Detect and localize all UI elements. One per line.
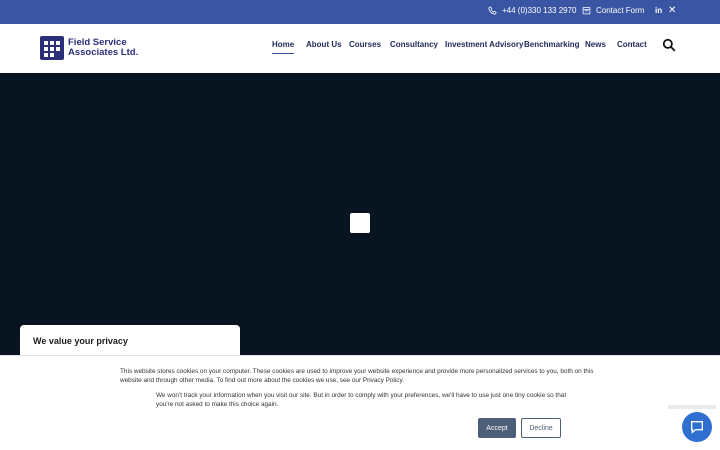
nav-courses[interactable]: Courses bbox=[349, 40, 381, 54]
nav-about[interactable]: About Us bbox=[306, 40, 342, 54]
contact-form-label: Contact Form bbox=[596, 6, 645, 15]
chat-tooltip-placeholder bbox=[668, 405, 716, 409]
phone-icon bbox=[488, 6, 497, 15]
nav-home[interactable]: Home bbox=[272, 40, 295, 54]
top-bar: +44 (0)330 133 2970 Contact Form in ✕ bbox=[0, 0, 720, 24]
linkedin-icon[interactable]: in bbox=[655, 6, 662, 15]
contact-form-link[interactable]: Contact Form bbox=[582, 6, 644, 15]
calendar-form-icon bbox=[582, 7, 591, 15]
chat-launcher[interactable] bbox=[682, 412, 712, 442]
logo-line-2: Associates Ltd. bbox=[68, 47, 139, 58]
x-twitter-icon[interactable]: ✕ bbox=[668, 5, 676, 16]
accept-button[interactable]: Accept bbox=[478, 418, 516, 438]
site-logo[interactable]: Field Service Associates Ltd. bbox=[40, 36, 138, 60]
nav-contact[interactable]: Contact bbox=[617, 40, 647, 54]
cookie-text-secondary: We won't track your information when you… bbox=[156, 392, 567, 408]
nav-benchmarking[interactable]: Benchmarking bbox=[524, 40, 580, 54]
logo-text: Field Service Associates Ltd. bbox=[68, 38, 138, 58]
privacy-title: We value your privacy bbox=[33, 336, 128, 346]
loading-indicator bbox=[350, 213, 370, 233]
cookie-text-primary: This website stores cookies on your comp… bbox=[120, 368, 594, 384]
privacy-card: We value your privacy bbox=[20, 325, 240, 357]
chat-icon bbox=[691, 421, 703, 434]
cookie-banner: This website stores cookies on your comp… bbox=[0, 355, 720, 450]
phone-link[interactable]: +44 (0)330 133 2970 bbox=[488, 6, 577, 15]
nav-consultancy[interactable]: Consultancy bbox=[390, 40, 438, 54]
decline-button[interactable]: Decline bbox=[521, 418, 561, 438]
phone-number: +44 (0)330 133 2970 bbox=[502, 6, 577, 15]
site-header: Field Service Associates Ltd. Home About… bbox=[0, 24, 720, 73]
nav-investment-advisory[interactable]: Investment Advisory bbox=[445, 40, 523, 54]
nav-news[interactable]: News bbox=[585, 40, 606, 54]
search-icon[interactable] bbox=[662, 38, 676, 52]
logo-mark-icon bbox=[40, 36, 64, 60]
